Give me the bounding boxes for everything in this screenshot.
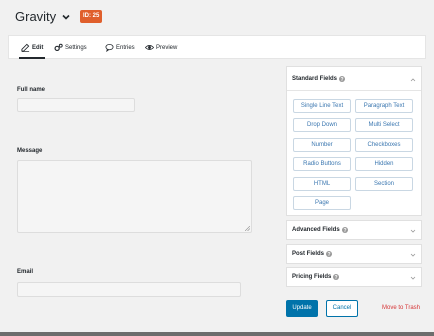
full-name-input[interactable]	[17, 98, 135, 112]
gears-icon	[54, 43, 63, 52]
chevron-down-icon[interactable]	[60, 11, 72, 23]
tab-settings-label: Settings	[65, 44, 87, 51]
add-field-multi-select[interactable]: Multi Select	[355, 118, 413, 132]
cancel-button[interactable]: Cancel	[326, 300, 358, 317]
add-field-hidden[interactable]: Hidden	[355, 157, 413, 171]
tab-preview-label: Preview	[156, 44, 178, 51]
add-field-section[interactable]: Section	[355, 177, 413, 191]
pricing-fields-panel[interactable]: Pricing Fields ?	[286, 267, 422, 287]
add-field-page[interactable]: Page	[293, 196, 351, 210]
message-textarea[interactable]	[17, 160, 252, 233]
advanced-fields-title: Advanced Fields	[292, 227, 340, 233]
advanced-fields-panel[interactable]: Advanced Fields ?	[286, 220, 422, 240]
help-icon[interactable]: ?	[339, 76, 346, 82]
field-label-message: Message	[17, 148, 43, 154]
svg-text:?: ?	[335, 275, 338, 280]
standard-fields-header[interactable]: Standard Fields ?	[292, 76, 346, 82]
bottom-bar	[0, 332, 434, 336]
post-fields-title: Post Fields	[292, 251, 325, 257]
svg-text:?: ?	[343, 228, 346, 233]
add-field-drop-down[interactable]: Drop Down	[293, 118, 351, 132]
form-id-badge: ID: 25	[80, 10, 103, 23]
help-icon[interactable]: ?	[333, 274, 340, 280]
pricing-fields-title: Pricing Fields	[292, 274, 332, 280]
tab-entries-label: Entries	[116, 44, 135, 51]
add-field-single-line-text[interactable]: Single Line Text	[293, 99, 351, 113]
add-field-html[interactable]: HTML	[293, 177, 351, 191]
post-fields-header: Post Fields ?	[292, 251, 333, 257]
add-field-radio-buttons[interactable]: Radio Buttons	[293, 157, 351, 171]
chevron-down-icon[interactable]	[410, 275, 416, 281]
form-canvas: Full name Message Email	[0, 60, 281, 336]
add-field-paragraph-text[interactable]: Paragraph Text	[355, 99, 413, 113]
form-header: Gravity ID: 25	[0, 0, 434, 33]
chevron-down-icon[interactable]	[410, 228, 416, 234]
chevron-up-icon[interactable]	[410, 77, 416, 83]
svg-text:?: ?	[327, 252, 330, 257]
form-title[interactable]: Gravity	[15, 9, 56, 24]
tab-entries[interactable]: Entries	[105, 36, 135, 59]
help-icon[interactable]: ?	[326, 251, 333, 257]
active-tab-indicator	[19, 57, 45, 59]
tab-edit-label: Edit	[32, 44, 44, 51]
advanced-fields-header: Advanced Fields ?	[292, 227, 348, 233]
tab-edit[interactable]: Edit	[21, 36, 43, 59]
field-label-email: Email	[17, 269, 34, 275]
update-button[interactable]: Update	[286, 300, 318, 317]
tab-preview[interactable]: Preview	[145, 36, 177, 59]
form-toolbar: Edit Settings Entries Preview	[8, 35, 426, 59]
help-icon[interactable]: ?	[341, 227, 348, 233]
post-fields-panel[interactable]: Post Fields ?	[286, 244, 422, 264]
standard-fields-panel: Standard Fields ? Single Line Text Parag…	[286, 66, 422, 216]
edit-icon	[21, 43, 30, 52]
panel-divider	[287, 90, 421, 91]
add-field-number[interactable]: Number	[293, 138, 351, 152]
resize-grip-icon[interactable]	[245, 226, 250, 231]
field-label-full-name: Full name	[17, 87, 46, 93]
standard-fields-title: Standard Fields	[292, 76, 338, 82]
tab-settings[interactable]: Settings	[54, 36, 87, 59]
eye-icon	[145, 45, 154, 50]
chevron-down-icon[interactable]	[410, 252, 416, 258]
move-to-trash-link[interactable]: Move to Trash	[382, 305, 420, 311]
comment-icon	[105, 43, 114, 52]
pricing-fields-header: Pricing Fields ?	[292, 274, 340, 280]
add-field-checkboxes[interactable]: Checkboxes	[355, 138, 413, 152]
svg-text:?: ?	[340, 77, 343, 82]
email-input[interactable]	[17, 282, 241, 297]
